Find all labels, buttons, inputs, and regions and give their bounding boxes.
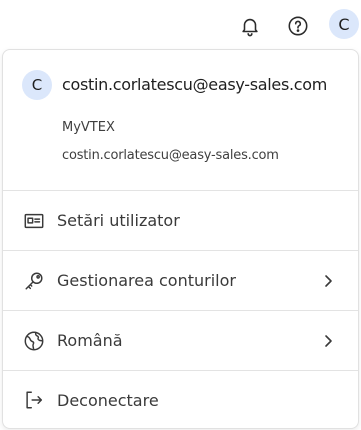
menu-item-label: Română [57,331,123,350]
menu-item-manage-accounts[interactable]: Gestionarea conturilor [3,251,358,311]
account-email: costin.corlatescu@easy-sales.com [62,148,279,163]
globe-icon [23,330,45,352]
account-name: MyVTEX [62,120,115,135]
menu-item-logout[interactable]: Deconectare [3,371,358,429]
menu-item-label: Setări utilizator [57,211,180,230]
user-menu-dropdown: C costin.corlatescu@easy-sales.com MyVTE… [2,49,359,429]
menu-item-label: Gestionarea conturilor [57,271,236,290]
help-button[interactable] [282,10,314,42]
key-icon [23,270,45,292]
bell-icon [242,18,258,37]
user-avatar-button[interactable]: C [329,9,359,39]
menu-item-label: Deconectare [57,390,159,410]
avatar: C [22,70,52,100]
id-card-icon [23,210,45,232]
chevron-right-icon [321,334,335,348]
profile-section: C costin.corlatescu@easy-sales.com MyVTE… [3,50,358,191]
profile-email: costin.corlatescu@easy-sales.com [62,75,328,94]
menu-item-user-settings[interactable]: Setări utilizator [3,191,358,251]
menu-item-language[interactable]: Română [3,311,358,371]
chevron-right-icon [321,274,335,288]
notifications-button[interactable] [234,10,266,42]
help-circle-icon [288,16,308,36]
logout-icon [23,389,45,411]
top-bar: C [0,0,361,50]
